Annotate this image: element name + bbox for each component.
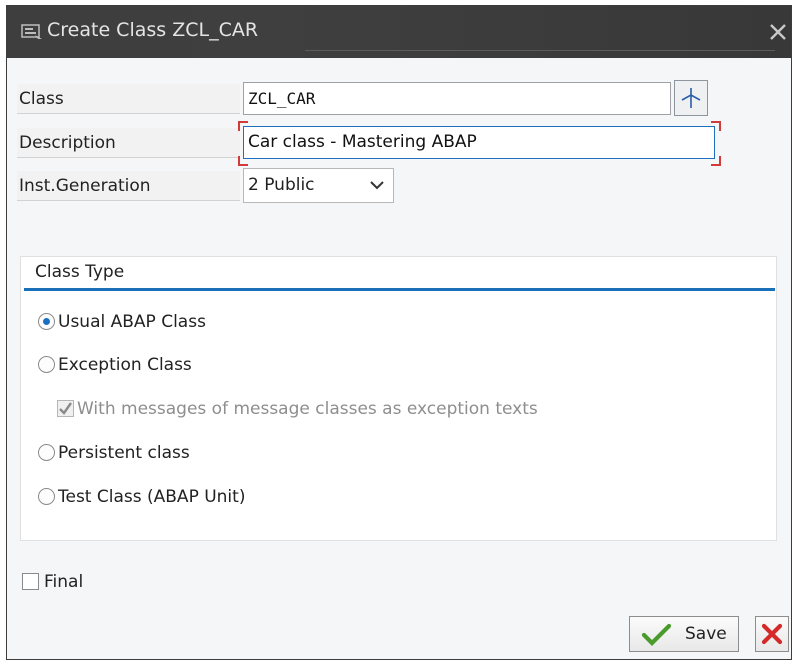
checkmark-icon [59, 402, 72, 415]
save-label: Save [685, 624, 727, 644]
dialog-icon [21, 24, 42, 39]
focus-corner-br [711, 156, 721, 166]
close-icon[interactable] [767, 21, 789, 43]
focus-corner-tl [238, 121, 248, 131]
checkbox-label: With messages of message classes as exce… [77, 399, 538, 419]
search-help-icon [681, 88, 701, 108]
radio-label: Persistent class [58, 443, 190, 463]
radio-button[interactable] [38, 356, 55, 373]
description-input[interactable]: Car class - Mastering ABAP [243, 126, 715, 159]
search-help-button[interactable] [674, 80, 708, 116]
inst-generation-value: 2 Public [248, 175, 315, 195]
group-title-underline [24, 288, 775, 291]
title-separator [305, 50, 775, 51]
cancel-button[interactable] [755, 616, 789, 652]
inst-generation-label: Inst.Generation [17, 171, 240, 201]
focus-corner-bl [238, 156, 248, 166]
checkmark-icon [641, 623, 672, 646]
radio-label: Exception Class [58, 355, 192, 375]
focus-corner-tr [711, 121, 721, 131]
radio-label: Test Class (ABAP Unit) [58, 487, 246, 507]
chevron-down-icon [370, 181, 384, 190]
description-label: Description [17, 128, 240, 158]
inst-generation-dropdown[interactable]: 2 Public [243, 168, 394, 203]
save-button[interactable]: Save [629, 616, 739, 652]
class-input[interactable]: ZCL_CAR [243, 82, 671, 115]
radio-button[interactable] [38, 488, 55, 505]
final-label: Final [44, 572, 84, 592]
checkbox [57, 400, 74, 417]
radio-button[interactable] [38, 444, 55, 461]
create-class-dialog: Create Class ZCL_CAR Class ZCL_CAR Descr… [6, 5, 792, 660]
dialog-title: Create Class ZCL_CAR [47, 19, 259, 41]
title-bar[interactable]: Create Class ZCL_CAR [7, 6, 791, 58]
cancel-icon [761, 623, 783, 645]
class-type-group: Class Type Usual ABAP Class Exception Cl… [20, 256, 777, 541]
class-type-title: Class Type [35, 262, 125, 282]
class-label: Class [17, 84, 240, 114]
radio-label: Usual ABAP Class [58, 312, 206, 332]
final-checkbox[interactable] [22, 573, 39, 590]
radio-button[interactable] [38, 313, 55, 330]
